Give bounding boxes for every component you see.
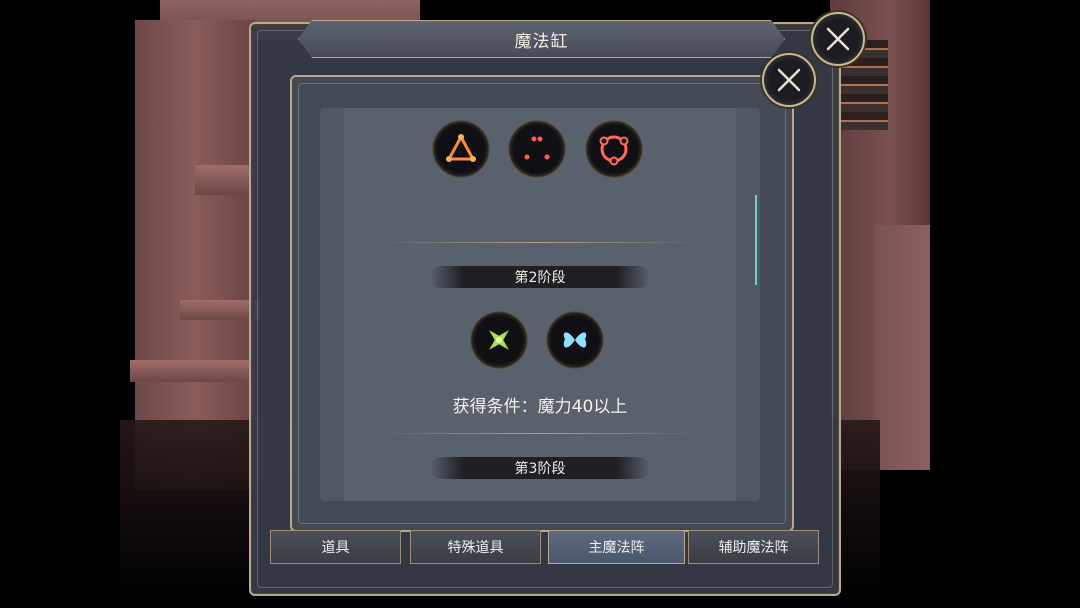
tab-label: 主魔法阵 [588,540,645,556]
blue-butterfly-rune-icon[interactable] [546,311,604,369]
desk [195,165,255,195]
stage-divider [378,242,700,243]
inner-close-button[interactable] [762,53,816,107]
tab-label: 特殊道具 [447,540,504,556]
wooden-ledge [180,300,260,320]
tab-label: 辅助魔法阵 [718,540,789,556]
stage-divider [378,433,700,434]
stage-label: 第2阶段 [430,266,650,288]
close-icon [777,68,801,92]
window-title: 魔法缸 [514,31,569,52]
tab-main-magic-circle[interactable]: 主魔法阵 [548,530,685,564]
tab-label: 道具 [321,540,350,556]
tab-items[interactable]: 道具 [270,530,401,564]
close-icon [826,27,850,51]
scrollbar[interactable] [755,195,757,285]
outer-close-button[interactable] [811,12,865,66]
circle-link-rune-icon[interactable] [585,120,643,178]
tab-support-magic-circle[interactable]: 辅助魔法阵 [688,530,819,564]
stage-label: 第3阶段 [430,457,650,479]
dots-rune-icon[interactable] [508,120,566,178]
green-star-rune-icon[interactable] [470,311,528,369]
triangle-rune-icon[interactable] [432,120,490,178]
title-bar: 魔法缸 [298,20,785,58]
right-wall-panel [875,225,930,470]
tab-special-items[interactable]: 特殊道具 [410,530,541,564]
unlock-condition: 获得条件：魔力40以上 [452,397,628,417]
wooden-ledge [130,360,250,382]
